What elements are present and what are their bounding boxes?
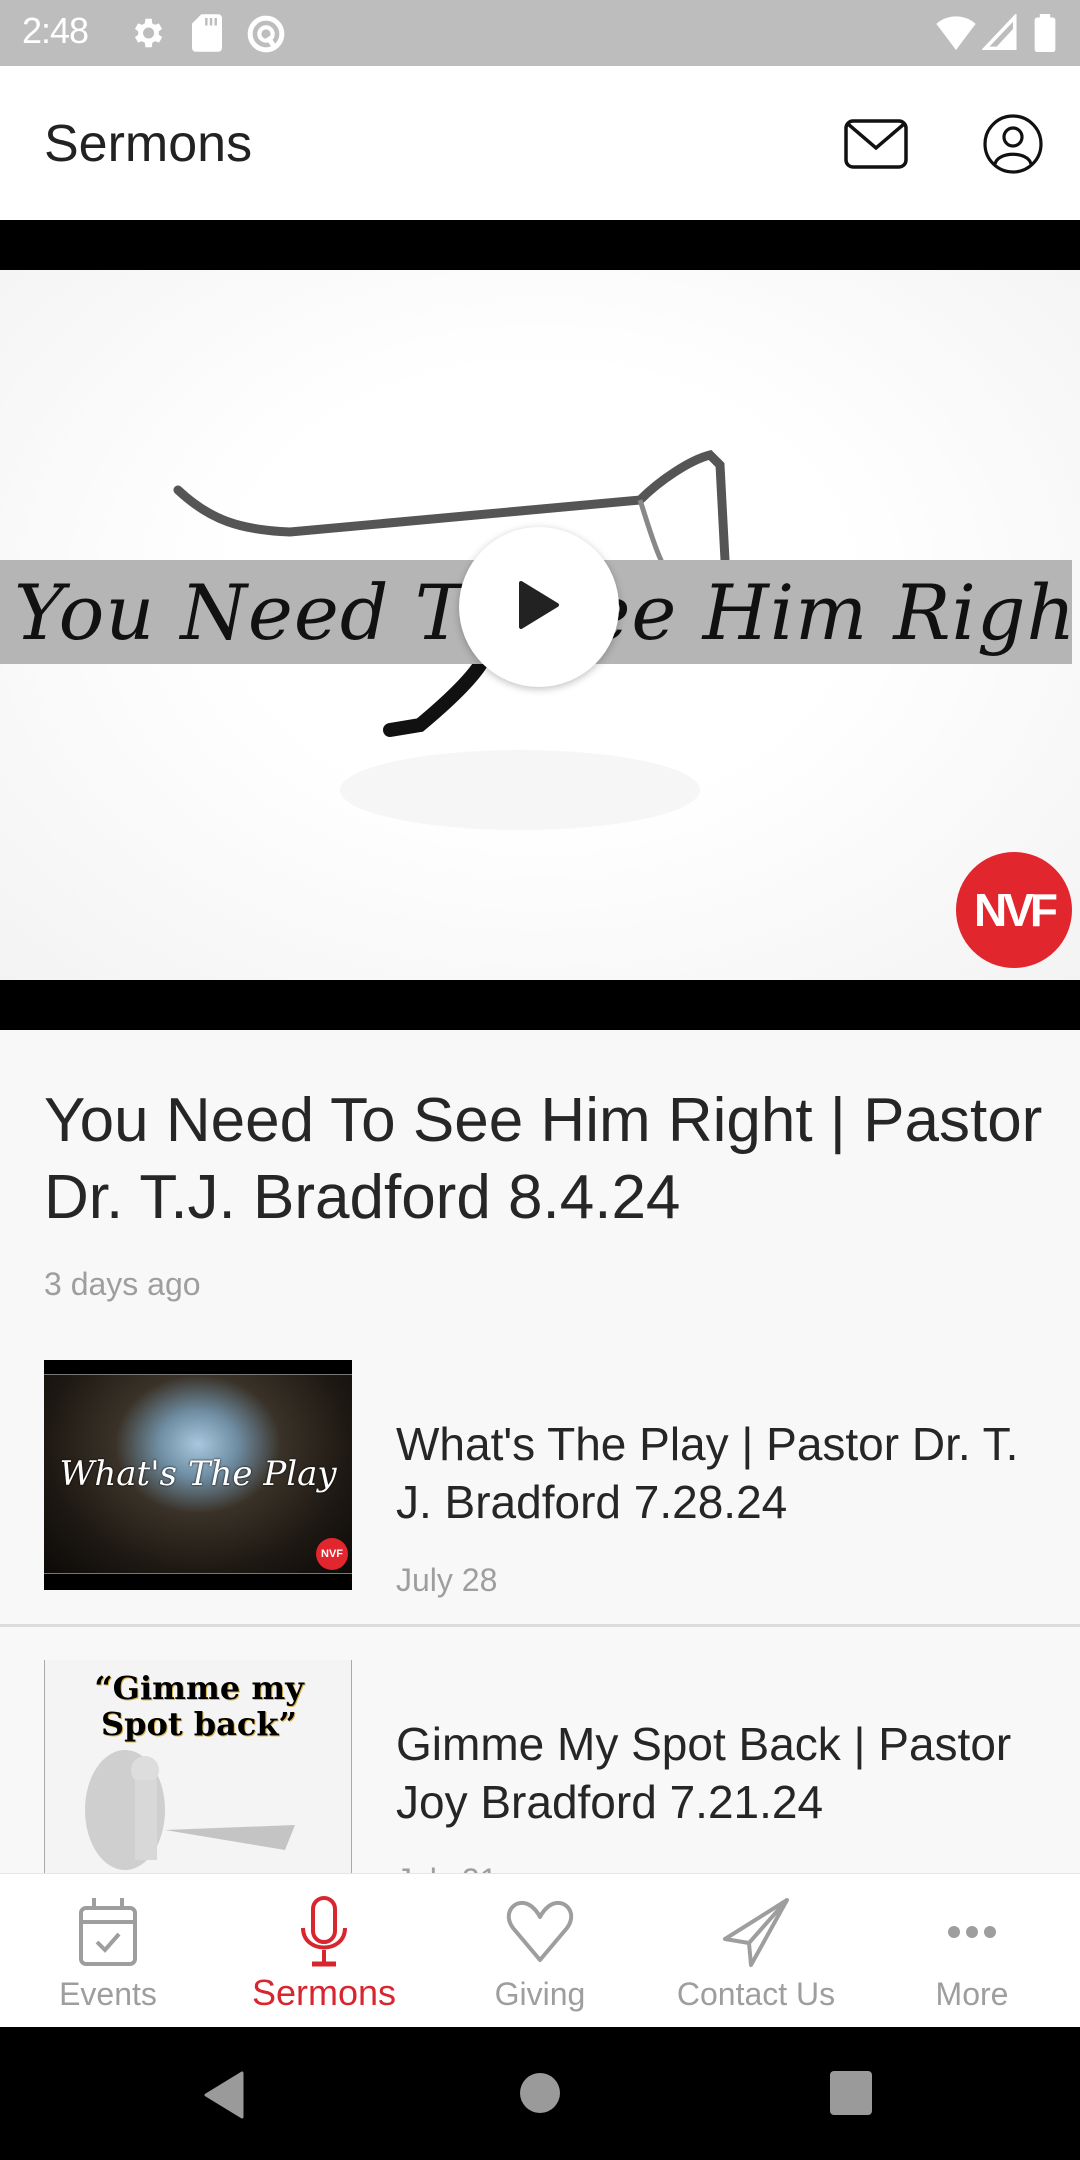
sermon-title: What's The Play | Pastor Dr. T. J. Bradf… <box>396 1418 1019 1528</box>
back-icon[interactable] <box>202 2071 246 2124</box>
nav-label: Sermons <box>251 1972 397 2013</box>
signal-icon <box>981 12 1018 55</box>
status-time: 2:48 <box>22 10 89 51</box>
mail-icon <box>844 118 908 174</box>
chess-pieces-illustration <box>85 1750 295 1870</box>
nav-item-events[interactable]: Events <box>0 1874 216 2027</box>
q-badge-icon <box>246 14 286 59</box>
home-icon[interactable] <box>518 2071 562 2120</box>
nav-item-sermons[interactable]: Sermons <box>216 1874 432 2027</box>
featured-sermon-title[interactable]: You Need To See Him Right | Pastor Dr. T… <box>44 1082 1044 1236</box>
bottom-nav: Events Sermons Giving Contact Us More <box>0 1873 1080 2027</box>
thumbnail-text: What's The Play <box>59 1454 337 1494</box>
nav-label: Giving <box>494 1976 586 2012</box>
calendar-check-icon <box>78 1892 138 1972</box>
sermon-title: Gimme My Spot Back | Pastor Joy Bradford… <box>396 1718 1012 1828</box>
profile-button[interactable] <box>978 111 1048 181</box>
system-nav-bar <box>0 2027 1080 2160</box>
nvf-logo: NVF <box>956 852 1072 968</box>
sermon-thumbnail: “Gimme my Spot back” <box>44 1660 352 1875</box>
page-title: Sermons <box>44 115 253 173</box>
recents-icon[interactable] <box>830 2071 872 2120</box>
profile-icon <box>982 113 1044 180</box>
more-dots-icon <box>947 1892 997 1972</box>
wifi-icon <box>936 14 976 55</box>
sermon-date: July 28 <box>396 1562 498 1598</box>
battery-icon <box>1034 14 1056 57</box>
sermon-list-item[interactable]: “Gimme my Spot back” Gimme My Spot Back … <box>0 1660 1080 1875</box>
nav-label: Contact Us <box>676 1976 836 2012</box>
nav-item-contact-us[interactable]: Contact Us <box>648 1874 864 2027</box>
status-bar: 2:48 <box>0 0 1080 66</box>
play-button[interactable] <box>459 527 619 687</box>
paper-plane-icon <box>721 1892 791 1972</box>
nav-label: Events <box>59 1976 157 2012</box>
nvf-logo: NVF <box>316 1538 348 1570</box>
video-player[interactable]: You Need To See Him Right NVF <box>0 220 1080 1030</box>
featured-sermon-date: 3 days ago <box>44 1266 201 1302</box>
gear-icon <box>128 14 166 57</box>
heart-icon <box>505 1892 575 1972</box>
play-icon <box>517 579 561 636</box>
microphone-icon <box>299 1892 349 1972</box>
app-bar: Sermons <box>0 66 1080 220</box>
mail-button[interactable] <box>841 111 911 181</box>
nav-label: More <box>935 1976 1009 2012</box>
sd-card-icon <box>192 14 222 57</box>
sermon-thumbnail: What's The Play NVF <box>44 1360 352 1590</box>
list-divider <box>0 1624 1080 1627</box>
sermon-list-item[interactable]: What's The Play NVF What's The Play | Pa… <box>0 1360 1080 1625</box>
nav-item-giving[interactable]: Giving <box>432 1874 648 2027</box>
nav-item-more[interactable]: More <box>864 1874 1080 2027</box>
